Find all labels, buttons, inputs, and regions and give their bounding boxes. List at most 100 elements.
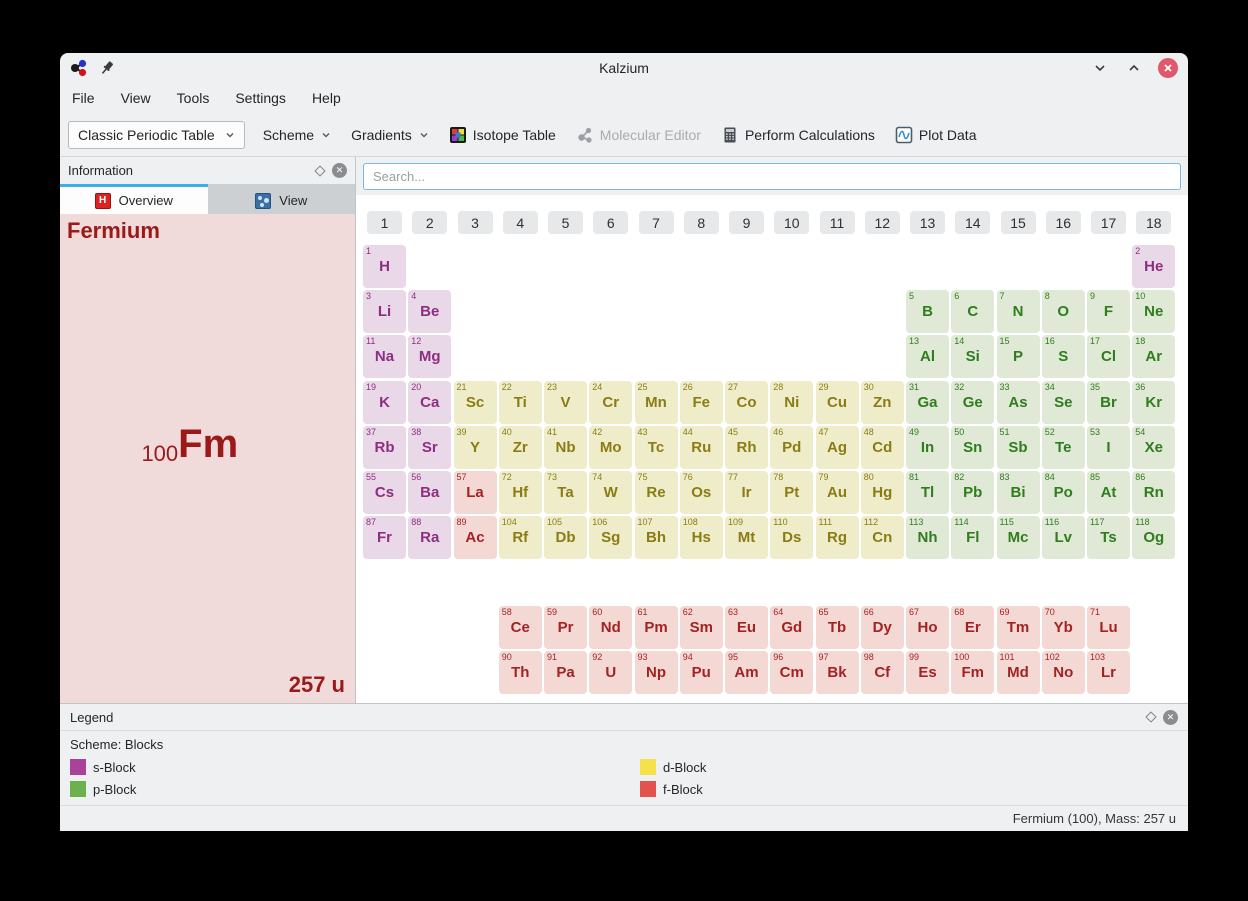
element-H[interactable]: 1H [363,245,406,288]
element-Tm[interactable]: 69Tm [997,606,1040,649]
element-Np[interactable]: 93Np [635,651,678,694]
element-Mo[interactable]: 42Mo [589,426,632,469]
element-Cl[interactable]: 17Cl [1087,335,1130,378]
menu-help[interactable]: Help [312,90,341,106]
element-Ir[interactable]: 77Ir [725,471,768,514]
element-Au[interactable]: 79Au [816,471,859,514]
group-header-15[interactable]: 15 [1001,211,1036,234]
element-Rh[interactable]: 45Rh [725,426,768,469]
element-Ds[interactable]: 110Ds [770,516,813,559]
element-Tc[interactable]: 43Tc [635,426,678,469]
element-Br[interactable]: 35Br [1087,381,1130,424]
group-header-17[interactable]: 17 [1091,211,1126,234]
element-Eu[interactable]: 63Eu [725,606,768,649]
element-Sc[interactable]: 21Sc [454,381,497,424]
element-Be[interactable]: 4Be [408,290,451,333]
element-Rg[interactable]: 111Rg [816,516,859,559]
element-Lr[interactable]: 103Lr [1087,651,1130,694]
element-Ba[interactable]: 56Ba [408,471,451,514]
menu-file[interactable]: File [72,90,95,106]
tab-overview[interactable]: H Overview [60,184,208,214]
element-Gd[interactable]: 64Gd [770,606,813,649]
element-Ge[interactable]: 32Ge [951,381,994,424]
element-Nd[interactable]: 60Nd [589,606,632,649]
element-Tl[interactable]: 81Tl [906,471,949,514]
element-Ni[interactable]: 28Ni [770,381,813,424]
element-Mn[interactable]: 25Mn [635,381,678,424]
element-Bh[interactable]: 107Bh [635,516,678,559]
element-N[interactable]: 7N [997,290,1040,333]
menu-settings[interactable]: Settings [235,90,286,106]
element-Mg[interactable]: 12Mg [408,335,451,378]
plot-data-button[interactable]: Plot Data [893,122,979,148]
element-Sn[interactable]: 50Sn [951,426,994,469]
element-Ar[interactable]: 18Ar [1132,335,1175,378]
element-Es[interactable]: 99Es [906,651,949,694]
element-Er[interactable]: 68Er [951,606,994,649]
element-Cr[interactable]: 24Cr [589,381,632,424]
group-header-16[interactable]: 16 [1046,211,1081,234]
element-F[interactable]: 9F [1087,290,1130,333]
element-Db[interactable]: 105Db [544,516,587,559]
element-Hg[interactable]: 80Hg [861,471,904,514]
group-header-2[interactable]: 2 [412,211,447,234]
element-Ca[interactable]: 20Ca [408,381,451,424]
element-Te[interactable]: 52Te [1042,426,1085,469]
element-Ce[interactable]: 58Ce [499,606,542,649]
element-Fm[interactable]: 100Fm [951,651,994,694]
element-W[interactable]: 74W [589,471,632,514]
element-Ti[interactable]: 22Ti [499,381,542,424]
element-Pd[interactable]: 46Pd [770,426,813,469]
element-U[interactable]: 92U [589,651,632,694]
perform-calculations-button[interactable]: Perform Calculations [719,122,877,148]
element-Pu[interactable]: 94Pu [680,651,723,694]
element-Hs[interactable]: 108Hs [680,516,723,559]
element-Ga[interactable]: 31Ga [906,381,949,424]
element-Al[interactable]: 13Al [906,335,949,378]
minimize-icon[interactable] [1090,58,1110,78]
element-Ra[interactable]: 88Ra [408,516,451,559]
element-As[interactable]: 33As [997,381,1040,424]
scheme-dropdown[interactable]: Scheme [261,123,333,147]
element-Pt[interactable]: 78Pt [770,471,813,514]
float-dock-icon[interactable] [314,165,325,176]
element-B[interactable]: 5B [906,290,949,333]
element-Ta[interactable]: 73Ta [544,471,587,514]
menu-view[interactable]: View [121,90,151,106]
element-Tb[interactable]: 65Tb [816,606,859,649]
element-Si[interactable]: 14Si [951,335,994,378]
group-header-7[interactable]: 7 [639,211,674,234]
element-In[interactable]: 49In [906,426,949,469]
element-Dy[interactable]: 66Dy [861,606,904,649]
element-Kr[interactable]: 36Kr [1132,381,1175,424]
group-header-12[interactable]: 12 [865,211,900,234]
element-Ac[interactable]: 89Ac [454,516,497,559]
element-Ru[interactable]: 44Ru [680,426,723,469]
element-Fe[interactable]: 26Fe [680,381,723,424]
group-header-9[interactable]: 9 [729,211,764,234]
element-S[interactable]: 16S [1042,335,1085,378]
group-header-10[interactable]: 10 [774,211,809,234]
element-Po[interactable]: 84Po [1042,471,1085,514]
element-Og[interactable]: 118Og [1132,516,1175,559]
element-Cf[interactable]: 98Cf [861,651,904,694]
element-P[interactable]: 15P [997,335,1040,378]
element-Pb[interactable]: 82Pb [951,471,994,514]
element-Nh[interactable]: 113Nh [906,516,949,559]
element-Pa[interactable]: 91Pa [544,651,587,694]
tab-view[interactable]: View [208,184,356,214]
element-Am[interactable]: 95Am [725,651,768,694]
element-Lu[interactable]: 71Lu [1087,606,1130,649]
close-dock-icon[interactable]: ✕ [332,163,347,178]
element-Ne[interactable]: 10Ne [1132,290,1175,333]
group-header-5[interactable]: 5 [548,211,583,234]
group-header-6[interactable]: 6 [593,211,628,234]
element-Pr[interactable]: 59Pr [544,606,587,649]
element-No[interactable]: 102No [1042,651,1085,694]
element-Cn[interactable]: 112Cn [861,516,904,559]
element-Ag[interactable]: 47Ag [816,426,859,469]
element-Yb[interactable]: 70Yb [1042,606,1085,649]
element-Fr[interactable]: 87Fr [363,516,406,559]
element-At[interactable]: 85At [1087,471,1130,514]
search-input[interactable] [363,163,1181,190]
